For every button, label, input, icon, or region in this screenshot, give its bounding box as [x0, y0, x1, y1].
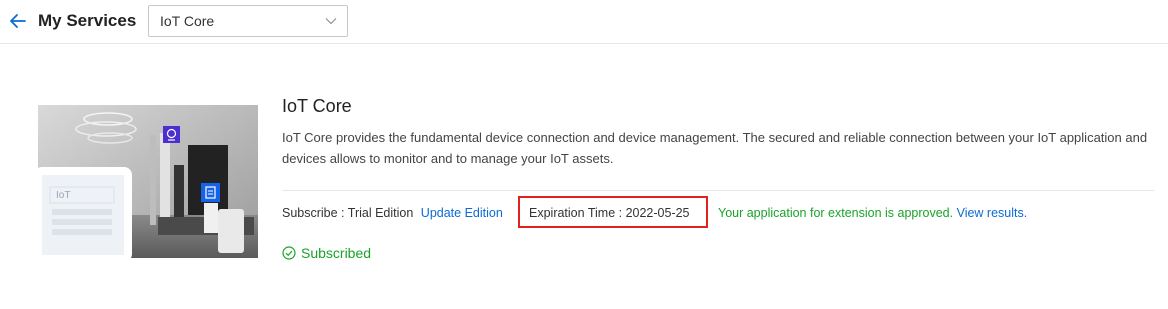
device-badge-icon	[201, 183, 220, 202]
subscription-edition: Subscribe : Trial Edition	[282, 206, 414, 220]
update-edition-link[interactable]: Update Edition	[421, 206, 503, 220]
subscription-status-label: Subscribed	[301, 245, 372, 261]
service-dropdown-value: IoT Core	[160, 13, 215, 29]
check-circle-icon	[282, 246, 296, 260]
subscription-row: Subscribe : Trial Edition Update Edition	[282, 206, 503, 220]
service-thumbnail: IoT	[38, 105, 258, 258]
expiration-time: Expiration Time : 2022-05-25	[529, 206, 690, 220]
service-description: IoT Core provides the fundamental device…	[282, 130, 1148, 166]
divider	[282, 190, 1154, 191]
location-badge-icon	[163, 126, 180, 143]
view-results-link[interactable]: View results.	[957, 206, 1028, 220]
arrow-left-icon[interactable]	[7, 10, 29, 32]
approval-message: Your application for extension is approv…	[718, 206, 954, 220]
service-dropdown[interactable]: IoT Core	[148, 5, 348, 37]
top-bar: My Services IoT Core	[0, 0, 1168, 44]
chevron-down-icon	[325, 18, 337, 25]
approval-message-row: Your application for extension is approv…	[718, 206, 1027, 220]
subscription-status: Subscribed	[282, 245, 371, 261]
page-title: My Services	[38, 11, 137, 30]
service-title: IoT Core	[282, 96, 352, 116]
thumbnail-screen-label: IoT	[56, 190, 70, 201]
